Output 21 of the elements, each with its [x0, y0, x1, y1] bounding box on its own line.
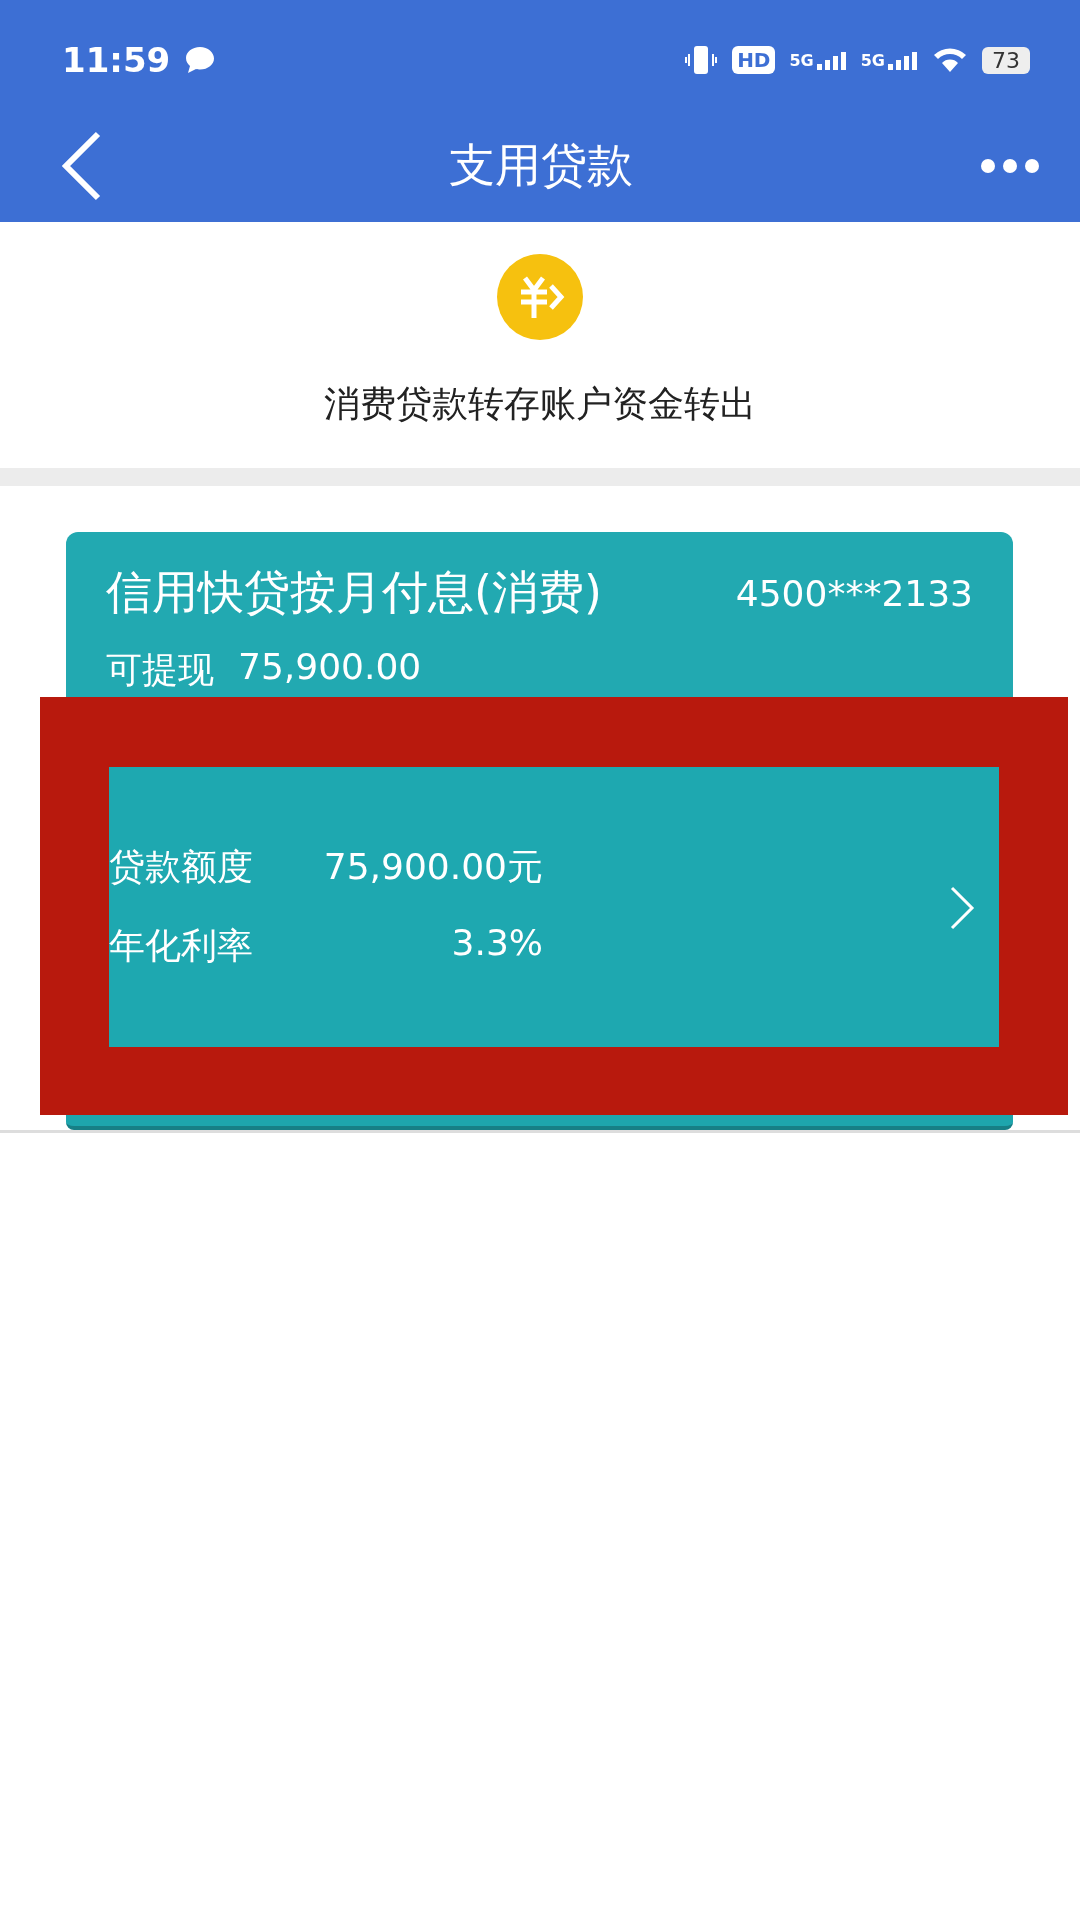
hd-badge: HD: [732, 46, 776, 74]
chevron-right-icon: [949, 885, 975, 931]
field-value: 3.3%: [450, 922, 543, 965]
loan-card[interactable]: 信用快贷按月付息(消费) 4500***2133 可提现 75,900.00: [66, 532, 1013, 697]
field-value: 75,900.00元: [322, 845, 543, 889]
page-title: 支用贷款: [448, 137, 634, 194]
withdrawable-label: 可提现: [106, 648, 214, 692]
back-icon[interactable]: [62, 130, 102, 202]
banner-caption: 消费贷款转存账户资金转出: [324, 382, 756, 426]
chat-bubble-icon: [184, 45, 217, 75]
product-name: 信用快贷按月付息(消费): [106, 564, 602, 621]
vibrate-icon: [684, 43, 719, 77]
account-number: 4500***2133: [735, 572, 973, 614]
withdrawable-amount: 75,900.00: [238, 646, 422, 689]
battery-level: 73: [982, 46, 1030, 74]
more-icon[interactable]: [980, 158, 1040, 174]
field-label: 年化利率: [109, 924, 253, 968]
field-label: 贷款额度: [109, 845, 253, 889]
clock-time: 11:59: [62, 40, 171, 80]
yuan-transfer-icon: [497, 254, 583, 340]
loan-summary-panel[interactable]: 贷款额度 75,900.00元 年化利率 3.3%: [109, 767, 999, 1047]
